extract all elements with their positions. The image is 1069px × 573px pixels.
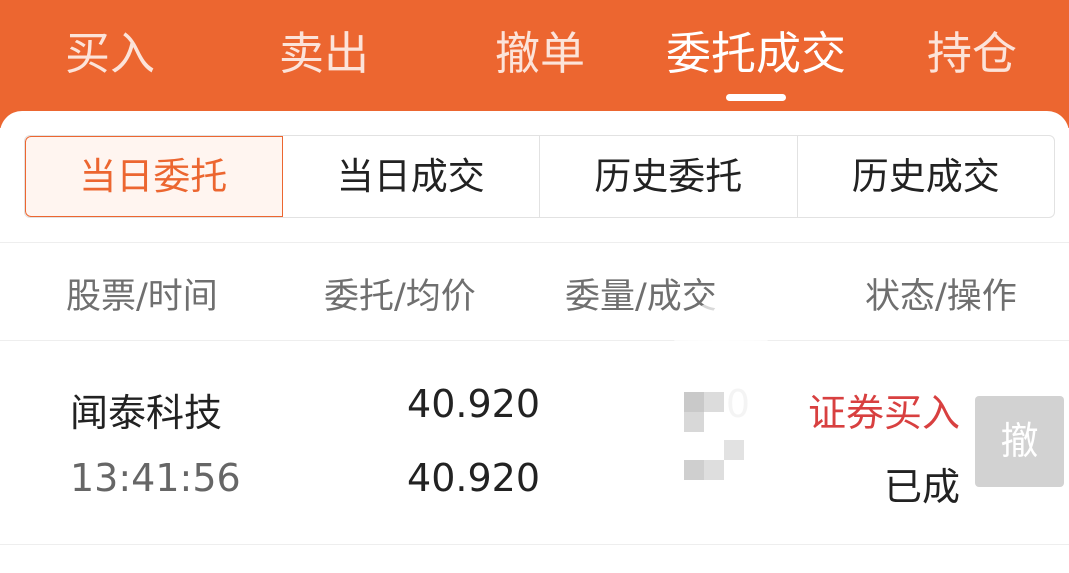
subtab-history-trades[interactable]: 历史成交: [798, 136, 1055, 217]
tab-buy[interactable]: 买入: [60, 26, 160, 82]
order-type: 证券买入: [807, 391, 960, 435]
divider: [0, 340, 1069, 341]
top-nav-bar: 买入 卖出 撤单 委托成交 持仓: [0, 0, 1069, 128]
order-status: 已成: [883, 465, 960, 509]
order-price: 40.920: [407, 382, 540, 426]
tab-cancel-order[interactable]: 撤单: [490, 26, 590, 82]
column-header-status-action: 状态/操作: [865, 277, 1017, 317]
column-header-price: 委托/均价: [324, 277, 476, 317]
subtab-today-trades[interactable]: 当日成交: [283, 136, 540, 217]
tab-positions[interactable]: 持仓: [922, 26, 1022, 82]
active-tab-indicator: [726, 94, 786, 101]
column-header-stock-time: 股票/时间: [66, 277, 218, 317]
divider: [0, 544, 1069, 545]
subtab-today-orders[interactable]: 当日委托: [25, 136, 283, 217]
sub-tab-segment: 当日委托 当日成交 历史委托 历史成交: [24, 135, 1055, 218]
divider: [0, 242, 1069, 243]
cancel-button[interactable]: 撤: [975, 396, 1064, 487]
stock-name: 闻泰科技: [70, 391, 223, 435]
average-price: 40.920: [407, 456, 540, 500]
privacy-blur: [662, 300, 780, 508]
tab-sell[interactable]: 卖出: [274, 26, 374, 82]
order-time: 13:41:56: [70, 456, 241, 500]
tab-orders-trades[interactable]: 委托成交: [658, 26, 854, 82]
subtab-history-orders[interactable]: 历史委托: [540, 136, 798, 217]
